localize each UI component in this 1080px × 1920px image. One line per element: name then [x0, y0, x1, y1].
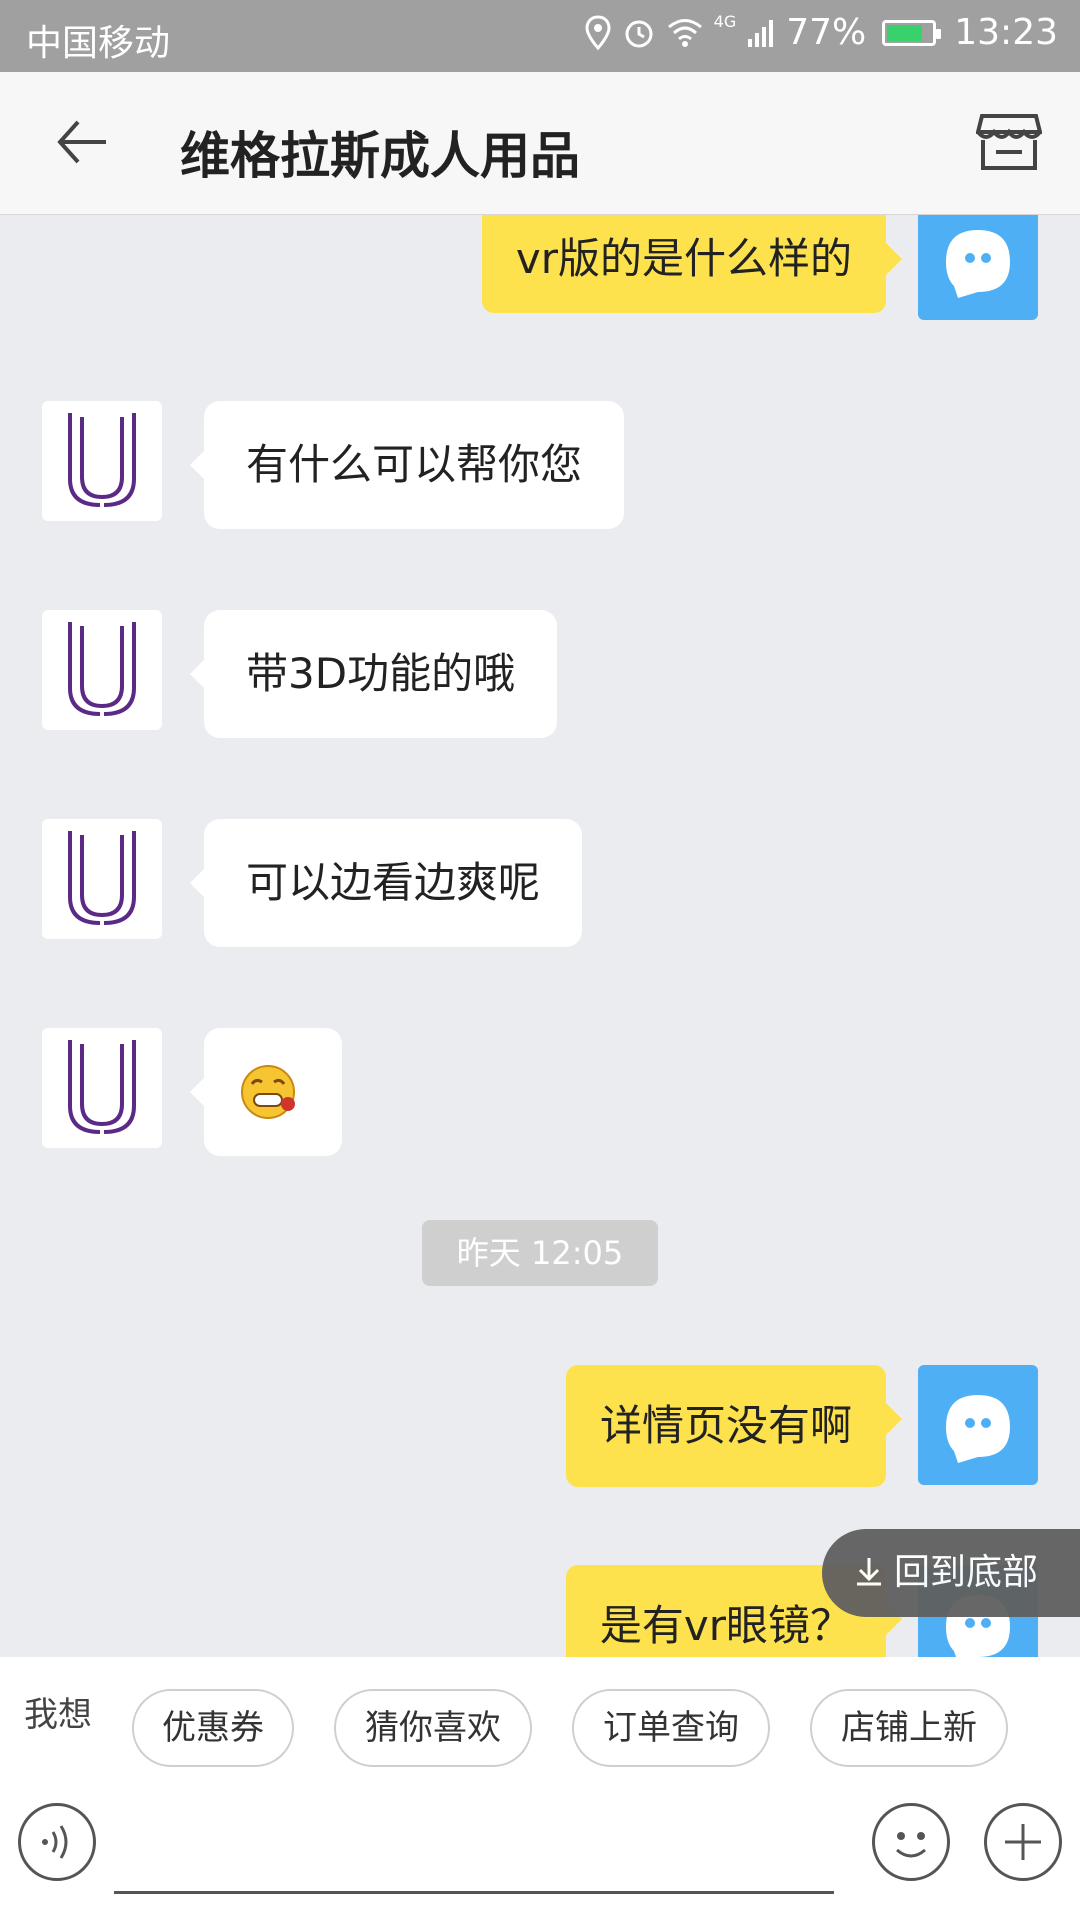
- wifi-icon: [667, 18, 702, 47]
- message-bubble-incoming: 可以边看边爽呢: [189, 819, 583, 947]
- input-bar: [0, 1777, 1080, 1920]
- message-text: 详情页没有啊: [599, 1401, 852, 1450]
- smiley-icon: [896, 1832, 926, 1858]
- message-text: 有什么可以帮你您: [246, 440, 583, 489]
- message-text: 带3D功能的哦: [246, 649, 516, 698]
- back-arrow-icon[interactable]: [52, 112, 112, 172]
- message-bubble-outgoing: 详情页没有啊: [565, 1365, 903, 1487]
- status-bar: 中国移动 4G 77% 13:23: [0, 0, 1080, 72]
- page-title: 维格拉斯成人用品: [180, 127, 580, 185]
- voice-icon: [42, 1825, 68, 1859]
- quick-actions-bar: 我想 优惠券 猜你喜欢 订单查询 店铺上新: [0, 1657, 1080, 1777]
- message-bubble-incoming: 带3D功能的哦: [189, 610, 558, 738]
- timestamp: 昨天 12:05: [422, 1220, 658, 1286]
- shop-avatar[interactable]: [42, 1028, 162, 1148]
- message-bubble-outgoing: vr版的是什么样的: [481, 215, 903, 313]
- network-type: 4G: [713, 12, 737, 31]
- plus-icon: [1005, 1824, 1041, 1860]
- message-text: 可以边看边爽呢: [246, 858, 541, 907]
- chip-guess-you-like[interactable]: 猜你喜欢: [334, 1689, 532, 1767]
- battery-icon: [882, 19, 942, 46]
- shop-avatar[interactable]: [42, 610, 162, 730]
- user-avatar[interactable]: [918, 1365, 1038, 1485]
- alarm-icon: [625, 20, 653, 47]
- chat-header: 维格拉斯成人用品: [0, 72, 1080, 215]
- shop-logo-icon: [68, 622, 136, 716]
- user-avatar[interactable]: [918, 215, 1038, 320]
- input-underline: [114, 1891, 834, 1894]
- shop-avatar[interactable]: [42, 401, 162, 521]
- message-bubble-incoming: 有什么可以帮你您: [189, 401, 625, 529]
- message-text: vr版的是什么样的: [515, 234, 852, 283]
- chip-order-query[interactable]: 订单查询: [572, 1689, 770, 1767]
- message-text: 是有vr眼镜？: [599, 1601, 852, 1650]
- scroll-to-bottom-button[interactable]: 回到底部: [822, 1529, 1080, 1617]
- scroll-to-bottom-label: 回到底部: [894, 1552, 1039, 1593]
- shop-logo-icon: [68, 831, 136, 925]
- user-avatar-icon: [946, 230, 1010, 298]
- shop-logo-icon: [68, 1040, 136, 1134]
- location-icon: [585, 14, 611, 50]
- quick-actions-label: 我想: [24, 1695, 92, 1735]
- store-icon[interactable]: [976, 112, 1042, 172]
- voice-button[interactable]: [18, 1803, 96, 1881]
- add-button[interactable]: [984, 1803, 1062, 1881]
- chat-area[interactable]: vr版的是什么样的 有什么可以帮你您 带3D功能的哦 可以边看边爽呢 昨天 12…: [0, 215, 1080, 1657]
- clock: 13:23: [954, 12, 1058, 53]
- battery-percent: 77%: [786, 12, 867, 53]
- chip-new-arrivals[interactable]: 店铺上新: [810, 1689, 1008, 1767]
- status-icons: 4G 77% 13:23: [584, 12, 1058, 53]
- shop-logo-icon: [68, 413, 136, 507]
- message-input[interactable]: [114, 1817, 838, 1889]
- chip-coupon[interactable]: 优惠券: [132, 1689, 294, 1767]
- signal-icon: [748, 19, 774, 47]
- download-arrow-icon: [857, 1558, 881, 1586]
- user-avatar-icon: [946, 1395, 1010, 1463]
- grin-emoji-icon: [241, 1065, 295, 1119]
- message-bubble-incoming: [190, 1028, 342, 1156]
- carrier-name: 中国移动: [26, 23, 171, 64]
- emoji-button[interactable]: [872, 1803, 950, 1881]
- shop-avatar[interactable]: [42, 819, 162, 939]
